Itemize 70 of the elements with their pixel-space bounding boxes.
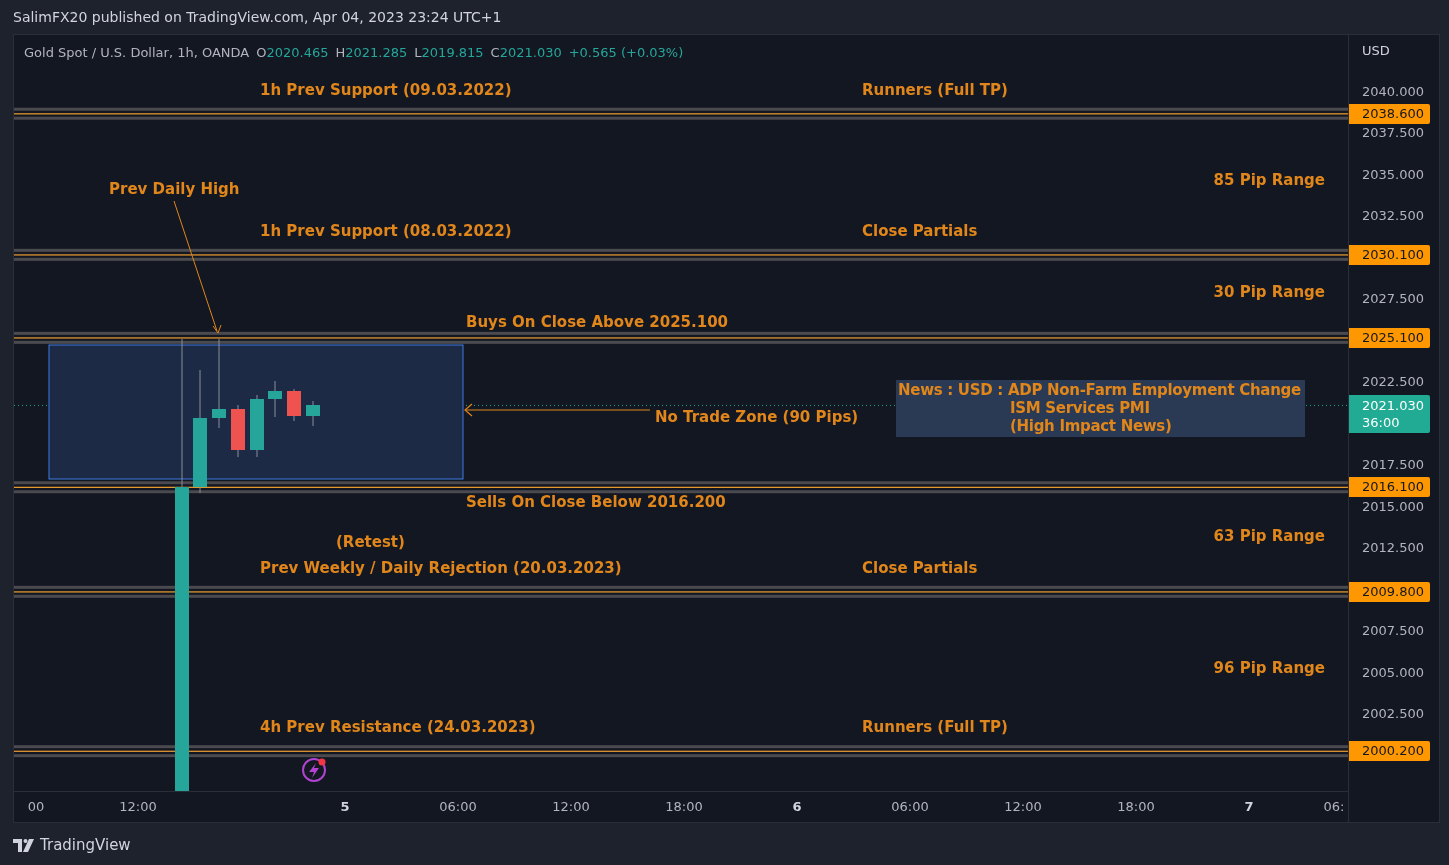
level-note: Close Partials bbox=[862, 557, 978, 578]
time-tick: 06:00 bbox=[439, 799, 477, 814]
level-label: 1h Prev Support (08.03.2022) bbox=[260, 220, 512, 241]
time-tick: 18:00 bbox=[1117, 799, 1155, 814]
candle bbox=[268, 380, 282, 418]
logo-icon bbox=[13, 838, 35, 852]
ohlc-value: O2020.465 bbox=[256, 45, 329, 60]
level-price-badge: 2030.100 bbox=[1349, 244, 1430, 265]
news-text: News : USD : ADP Non-Farm Employment Change bbox=[898, 381, 1302, 399]
time-tick: 5 bbox=[340, 799, 350, 814]
price-tick: 2012.500 bbox=[1362, 539, 1425, 555]
trigger-label: Sells On Close Below 2016.200 bbox=[466, 492, 726, 513]
lightning-icon[interactable] bbox=[302, 758, 326, 782]
price-tick: 2002.500 bbox=[1362, 705, 1425, 721]
annotation-label: No Trade Zone (90 Pips) bbox=[655, 407, 859, 427]
current-price: 2021.030 bbox=[1362, 397, 1426, 415]
level-price-badge: 2038.600 bbox=[1349, 103, 1430, 124]
level-price-badge: 2009.800 bbox=[1349, 581, 1430, 602]
candle bbox=[231, 404, 245, 458]
level-label: 1h Prev Support (09.03.2022) bbox=[260, 79, 512, 100]
time-tick: 6 bbox=[792, 799, 802, 814]
price-tick: 2040.000 bbox=[1362, 83, 1425, 98]
price-tick: 2032.500 bbox=[1362, 207, 1425, 223]
pip-range-label: 96 Pip Range bbox=[1213, 657, 1325, 678]
price-tick: 2015.000 bbox=[1362, 498, 1425, 513]
time-tick: 12:00 bbox=[119, 799, 157, 814]
time-tick: 12:00 bbox=[552, 799, 590, 814]
price-tick: 2005.000 bbox=[1362, 664, 1425, 679]
ohlc-value: C2021.030 bbox=[490, 45, 562, 60]
annotation-label: Prev Daily High bbox=[109, 179, 240, 199]
time-tick: 12:00 bbox=[1004, 799, 1042, 814]
brand-name: TradingView bbox=[40, 836, 131, 854]
symbol-title: Gold Spot / U.S. Dollar, 1h, OANDA bbox=[24, 45, 250, 60]
pip-range-label: 85 Pip Range bbox=[1213, 170, 1325, 191]
currency-label: USD bbox=[1362, 43, 1390, 58]
price-tick: 2017.500 bbox=[1362, 456, 1425, 472]
news-text: ISM Services PMI bbox=[1009, 399, 1151, 417]
candle-countdown: 36:00 bbox=[1362, 414, 1401, 432]
level-note: Close Partials bbox=[862, 220, 978, 241]
price-tick: 2022.500 bbox=[1362, 373, 1425, 389]
annotation-label: (Retest) bbox=[336, 532, 405, 552]
level-label: 4h Prev Resistance (24.03.2023) bbox=[260, 717, 536, 738]
level-label: Prev Weekly / Daily Rejection (20.03.2023) bbox=[260, 557, 622, 578]
time-tick: 06:00 bbox=[891, 799, 929, 814]
level-note: Runners (Full TP) bbox=[862, 717, 1008, 738]
time-tick: 7 bbox=[1244, 799, 1254, 814]
candle bbox=[306, 400, 320, 427]
pip-range-label: 30 Pip Range bbox=[1213, 282, 1325, 303]
price-tick: 2035.000 bbox=[1362, 166, 1425, 181]
price-tick: 2007.500 bbox=[1362, 622, 1425, 638]
candle bbox=[250, 394, 264, 458]
time-axis[interactable]: 00 12:00 5 06:00 12:00 18:00 6 06:00 12:00 18:00 7 06: bbox=[14, 791, 1349, 822]
pip-range-label: 63 Pip Range bbox=[1213, 525, 1325, 546]
price-tick: 2037.500 bbox=[1362, 124, 1425, 140]
ohlc-value: H2021.285 bbox=[335, 45, 408, 60]
change-value: +0.565 (+0.03%) bbox=[568, 45, 684, 60]
level-price-badge: 2000.200 bbox=[1349, 741, 1430, 762]
time-tick: 06: bbox=[1323, 799, 1345, 814]
candle bbox=[287, 388, 301, 422]
level-note: Runners (Full TP) bbox=[862, 79, 1008, 100]
trigger-label: Buys On Close Above 2025.100 bbox=[466, 311, 729, 332]
publisher-caption: SalimFX20 published on TradingView.com, Apr 04, 2023 23:24 UTC+1 bbox=[12, 8, 503, 27]
price-tick: 2027.500 bbox=[1362, 290, 1425, 306]
time-tick: 18:00 bbox=[665, 799, 703, 814]
time-tick: 00 bbox=[27, 799, 45, 814]
news-text: (High Impact News) bbox=[1009, 417, 1173, 435]
level-price-badge: 2016.100 bbox=[1349, 477, 1430, 498]
ohlc-value: L2019.815 bbox=[414, 45, 484, 60]
level-price-badge: 2025.100 bbox=[1349, 327, 1430, 348]
price-axis[interactable]: USD 2040.000 2037.500 2035.000 2032.500 2027.500 2022.500 2017.500 2015.000 2012.500 2007.500 2005.000 2002.500 2038.600 2030.100 2025.100 2016.100 2009.800 2000.200 2021.030 36:00 bbox=[1349, 35, 1439, 791]
